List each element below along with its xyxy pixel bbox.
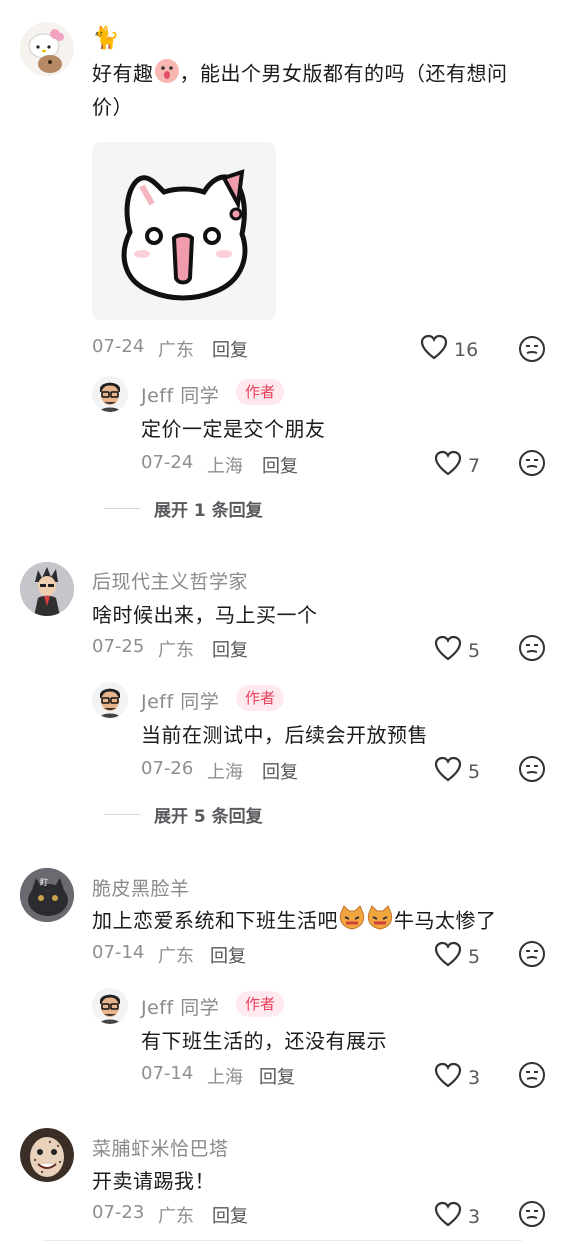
comment-date: 07-24: [92, 336, 145, 357]
svg-text:盯: 盯: [40, 878, 48, 887]
comment-location: 广东: [158, 946, 194, 967]
like-button[interactable]: 5: [434, 756, 480, 787]
reply-location: 上海: [207, 762, 243, 783]
like-count: 3: [468, 1205, 481, 1228]
unlike-face-icon[interactable]: [518, 634, 546, 662]
heart-icon: [434, 941, 462, 972]
reply-text: 有下班生活的，还没有展示: [141, 1029, 387, 1053]
avatar[interactable]: [92, 682, 128, 718]
like-button[interactable]: 5: [434, 941, 480, 972]
avatar[interactable]: [20, 1128, 74, 1182]
like-count: 3: [468, 1066, 481, 1089]
avatar[interactable]: [92, 376, 128, 412]
reply-button[interactable]: 回复: [259, 1063, 295, 1089]
unlike-face-icon[interactable]: [518, 755, 546, 783]
comment-text: 开卖请踢我！: [92, 1169, 215, 1193]
avatar[interactable]: [20, 562, 74, 616]
cat-emoji-icon: [366, 905, 394, 939]
like-count: 5: [468, 639, 481, 662]
reply-date: 07-24: [141, 452, 194, 473]
reply-button[interactable]: 回复: [212, 336, 248, 362]
reply-location: 上海: [207, 1067, 243, 1088]
reply-username[interactable]: Jeff 同学: [141, 687, 219, 714]
like-button[interactable]: 16: [420, 334, 478, 365]
comment-location: 广东: [158, 340, 194, 361]
comment-date: 07-14: [92, 942, 145, 963]
reply-date: 07-14: [141, 1063, 194, 1084]
heart-icon: [420, 334, 448, 365]
comment-location: 广东: [158, 640, 194, 661]
expand-label: 展开 5 条回复: [154, 807, 263, 827]
unlike-face-icon[interactable]: [518, 940, 546, 968]
heart-icon: [434, 1201, 462, 1232]
reply-button[interactable]: 回复: [262, 452, 298, 478]
comment-list: 🐈 好有趣 ，能出个男女版都有的吗（还有想问价） 07-24 广东 回复 16 J…: [0, 0, 564, 1244]
author-badge: 作者: [236, 685, 285, 711]
expand-label: 展开 1 条回复: [154, 501, 263, 521]
heart-icon: [434, 450, 462, 481]
comment-location: 广东: [158, 1206, 194, 1227]
comment-text-part: 牛马太惨了: [394, 908, 497, 933]
divider: [104, 508, 140, 509]
unlike-face-icon[interactable]: [518, 335, 546, 363]
reply-text: 当前在测试中，后续会开放预售: [141, 723, 428, 747]
author-badge: 作者: [236, 991, 285, 1017]
reply-button[interactable]: 回复: [212, 1202, 248, 1228]
comment-username[interactable]: 后现代主义哲学家: [92, 567, 248, 594]
comment-username[interactable]: 🐈: [92, 26, 120, 51]
reply-button[interactable]: 回复: [212, 636, 248, 662]
reply-location: 上海: [207, 456, 243, 477]
comment-text-part: 好有趣: [92, 61, 154, 86]
unlike-face-icon[interactable]: [518, 449, 546, 477]
reply-button[interactable]: 回复: [210, 942, 246, 968]
comment-username[interactable]: 脆皮黑脸羊: [92, 874, 190, 901]
heart-icon: [434, 1062, 462, 1093]
like-count: 5: [468, 760, 481, 783]
comment-date: 07-25: [92, 636, 145, 657]
like-button[interactable]: 3: [434, 1062, 480, 1093]
like-button[interactable]: 7: [434, 450, 480, 481]
reply-date: 07-26: [141, 758, 194, 779]
like-count: 5: [468, 945, 481, 968]
expand-replies-button[interactable]: 展开 5 条回复: [104, 802, 263, 827]
avatar[interactable]: [20, 22, 74, 76]
comment-text: 啥时候出来，马上买一个: [92, 603, 318, 627]
author-badge: 作者: [236, 379, 285, 405]
unlike-face-icon[interactable]: [518, 1061, 546, 1089]
divider: [104, 814, 140, 815]
heart-icon: [434, 756, 462, 787]
cat-emoji-icon: [338, 905, 366, 939]
avatar[interactable]: [92, 988, 128, 1024]
reply-button[interactable]: 回复: [262, 758, 298, 784]
heart-icon: [434, 635, 462, 666]
unlike-face-icon[interactable]: [518, 1200, 546, 1228]
like-count: 7: [468, 454, 481, 477]
expand-replies-button[interactable]: 展开 1 条回复: [104, 496, 263, 521]
sticker-image[interactable]: [92, 142, 276, 320]
comment-text-part: 加上恋爱系统和下班生活吧: [92, 908, 338, 933]
like-button[interactable]: 5: [434, 635, 480, 666]
divider: [42, 1240, 522, 1241]
reply-username[interactable]: Jeff 同学: [141, 993, 219, 1020]
comment-text: 好有趣 ，能出个男女版都有的吗（还有想问价）: [92, 58, 532, 122]
comment-date: 07-23: [92, 1202, 145, 1223]
comment-username[interactable]: 菜脯虾米恰巴塔: [92, 1134, 229, 1161]
reply-username[interactable]: Jeff 同学: [141, 381, 219, 408]
avatar[interactable]: 盯: [20, 868, 74, 922]
surprised-emoji-icon: [154, 58, 180, 92]
comment-text: 加上恋爱系统和下班生活吧 牛马太惨了: [92, 905, 497, 939]
like-button[interactable]: 3: [434, 1201, 480, 1232]
like-count: 16: [454, 338, 479, 361]
reply-text: 定价一定是交个朋友: [141, 417, 326, 441]
